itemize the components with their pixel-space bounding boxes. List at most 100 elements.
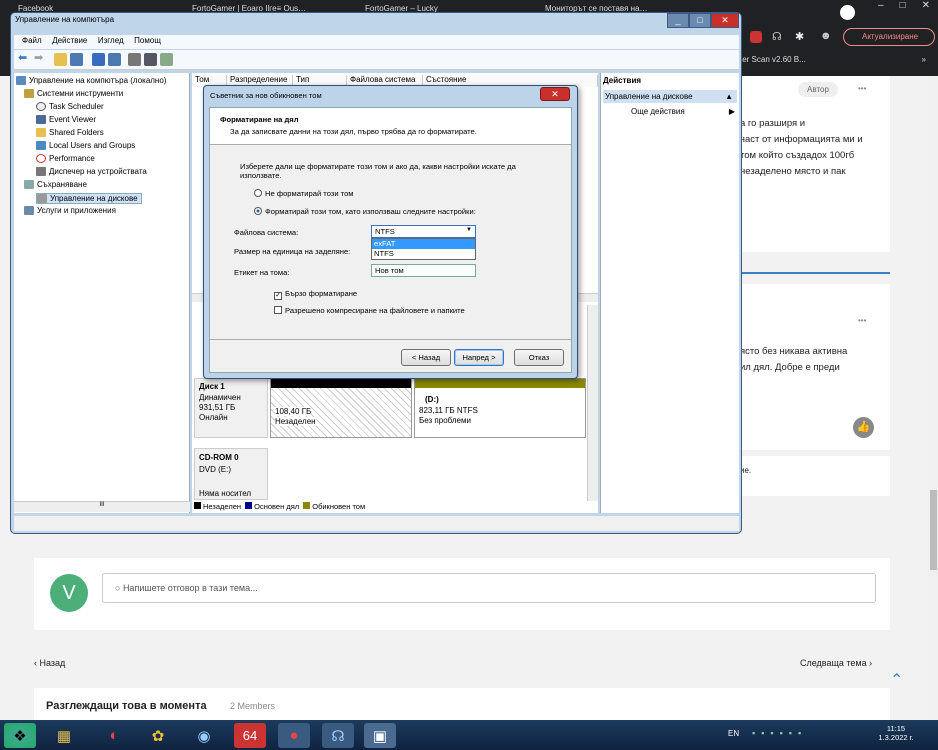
tray-icons[interactable]: ▪▪▪▪▪▪ xyxy=(752,728,852,740)
submenu-arrow-icon: ▶ xyxy=(728,107,735,116)
back-arrow-icon[interactable]: ⬅ xyxy=(18,53,31,66)
action-pane-icon[interactable] xyxy=(108,53,121,66)
up-folder-icon[interactable] xyxy=(54,53,67,66)
tree-item-device-manager[interactable]: Диспечер на устройствата xyxy=(36,167,147,176)
filesystem-select[interactable]: NTFS ▼ xyxy=(371,225,476,238)
reply-input[interactable]: ○ Напишете отговор в тази тема... xyxy=(102,573,876,603)
headphones-icon[interactable]: ☊ xyxy=(772,30,782,43)
maximize-icon[interactable]: □ xyxy=(900,0,906,16)
menu-action[interactable]: Действие xyxy=(52,36,87,45)
tree-item-system-tools[interactable]: Системни инструменти xyxy=(24,89,123,98)
back-button[interactable]: < Назад xyxy=(401,349,451,366)
disk-map-vscroll[interactable] xyxy=(587,305,598,501)
avatar-icon[interactable]: ☻ xyxy=(820,30,832,42)
update-button[interactable]: Актуализиране xyxy=(843,28,935,46)
tree-item-performance[interactable]: Performance xyxy=(36,154,95,163)
settings-icon[interactable] xyxy=(160,53,173,66)
prev-link[interactable]: ‹ Назад xyxy=(34,658,65,668)
scrollbar-thumb[interactable] xyxy=(930,490,937,570)
tree-item-task-scheduler[interactable]: Task Scheduler xyxy=(36,102,104,111)
tree-label: Task Scheduler xyxy=(49,102,104,111)
maximize-button[interactable]: □ xyxy=(689,13,711,28)
filesystem-label: Файлова система: xyxy=(234,228,299,237)
chevron-right-icon[interactable]: » xyxy=(922,55,926,64)
tree-item-shared-folders[interactable]: Shared Folders xyxy=(36,128,104,137)
next-topic-link[interactable]: Следваща тема › xyxy=(800,658,872,668)
tree-item-disk-management[interactable]: Управление на дискове xyxy=(36,193,142,204)
storage-icon xyxy=(24,180,34,189)
media-icon[interactable]: ◐ xyxy=(98,723,130,748)
minimize-button[interactable]: _ xyxy=(667,13,689,28)
clock-date: 1.3.2022 г. xyxy=(878,733,914,742)
help-icon[interactable] xyxy=(92,53,105,66)
check-icon[interactable] xyxy=(144,53,157,66)
puzzle-icon[interactable]: ✱ xyxy=(795,30,804,43)
performance-icon xyxy=(36,154,46,163)
menu-file[interactable]: Файл xyxy=(22,36,42,45)
menu-view[interactable]: Изглед xyxy=(98,36,124,45)
compression-checkbox[interactable]: Разрешено компресиране на файловете и па… xyxy=(274,306,465,315)
minimize-icon[interactable]: – xyxy=(878,0,884,16)
cancel-button[interactable]: Отказ xyxy=(514,349,564,366)
tree-item-services[interactable]: Услуги и приложения xyxy=(24,206,116,215)
computer-management-icon[interactable]: ▣ xyxy=(364,723,396,748)
forward-arrow-icon[interactable]: ➡ xyxy=(34,53,47,66)
volume-d-partition[interactable]: (D:) 823,11 ГБ NTFS Без проблеми xyxy=(414,378,586,438)
computer-icon xyxy=(16,76,26,85)
close-icon[interactable]: ✕ xyxy=(922,0,930,16)
cdrom-info[interactable]: CD-ROM 0 DVD (E:) Няма носител xyxy=(194,448,268,500)
radio-do-not-format[interactable]: Не форматирай този том xyxy=(254,189,354,198)
wizard-header-subtitle: За да записвате данни на този дял, първо… xyxy=(230,127,477,136)
tree-hscroll[interactable]: III xyxy=(14,501,190,512)
show-tree-icon[interactable] xyxy=(70,53,83,66)
tree-item-event-viewer[interactable]: Event Viewer xyxy=(36,115,96,124)
chrome-icon[interactable]: ● xyxy=(278,723,310,748)
volume-label-input[interactable]: Нов том xyxy=(371,264,476,277)
start-button[interactable]: ❖ xyxy=(4,723,36,748)
bookmark-item[interactable]: ter Scan v2.60 B... xyxy=(740,55,806,64)
quick-format-checkbox[interactable]: ✓ Бързо форматиране xyxy=(274,289,357,300)
reply-placeholder: Напишете отговор в тази тема... xyxy=(122,583,258,593)
extension-icon[interactable] xyxy=(750,31,762,43)
filesystem-option-ntfs[interactable]: NTFS xyxy=(372,249,475,259)
tree-item-local-users[interactable]: Local Users and Groups xyxy=(36,141,135,150)
disk1-info[interactable]: Диск 1 Динамичен 931,51 ГБ Онлайн xyxy=(194,378,268,438)
radio-format[interactable]: Форматирай този том, като използваш след… xyxy=(254,207,476,216)
close-button[interactable]: ✕ xyxy=(711,13,739,28)
clock[interactable]: 11:15 1.3.2022 г. xyxy=(878,724,914,742)
more-icon[interactable]: ••• xyxy=(858,84,866,93)
network-app-icon[interactable]: ◉ xyxy=(188,723,220,748)
more-actions-item[interactable]: Още действия ▶ xyxy=(631,107,735,116)
headset-app-icon[interactable]: ☊ xyxy=(322,723,354,748)
app-icon[interactable]: ✿ xyxy=(142,723,174,748)
clock-time: 11:15 xyxy=(886,724,906,733)
filesystem-option-exfat[interactable]: exFAT xyxy=(372,239,475,249)
folder-icon[interactable]: ▦ xyxy=(48,723,80,748)
page-scrollbar[interactable] xyxy=(928,76,938,720)
like-icon[interactable]: 👍 xyxy=(853,417,874,438)
profile-icon[interactable] xyxy=(840,5,855,20)
wizard-close-button[interactable]: ✕ xyxy=(540,87,570,101)
prev-label: Назад xyxy=(39,658,66,668)
aida64-icon[interactable]: 64 xyxy=(234,723,266,748)
actions-section-disk-management[interactable]: Управление на дискове ▲ xyxy=(603,90,737,103)
hscroll-grip: III xyxy=(99,502,105,508)
tree-item-computer-management[interactable]: Управление на компютъра (локално) xyxy=(16,76,166,85)
toolbar: ⬅ ➡ xyxy=(14,50,739,70)
post-line: а го разширя и xyxy=(740,118,806,129)
forum-post-card-2: ••• ясто без никава активна ил дял. Добр… xyxy=(740,284,890,450)
menu-help[interactable]: Помощ xyxy=(134,36,161,45)
language-indicator[interactable]: EN xyxy=(728,729,739,738)
scroll-top-icon[interactable]: ⌃ xyxy=(890,670,903,690)
checkbox-label: Разрешено компресиране на файловете и па… xyxy=(285,306,465,315)
post-line: част от информацията ми и xyxy=(740,134,863,145)
checkbox-checked-icon: ✓ xyxy=(274,292,282,300)
disk-icon xyxy=(37,194,47,203)
next-button[interactable]: Напред > xyxy=(454,349,504,366)
actions-title: Действия xyxy=(603,76,642,85)
update-label: Актуализиране xyxy=(862,32,919,41)
more-icon[interactable]: ••• xyxy=(858,316,866,325)
properties-icon[interactable] xyxy=(128,53,141,66)
unallocated-partition[interactable]: 108,40 ГБ Незаделен xyxy=(270,378,412,438)
tree-item-storage[interactable]: Съхраняване xyxy=(24,180,87,189)
